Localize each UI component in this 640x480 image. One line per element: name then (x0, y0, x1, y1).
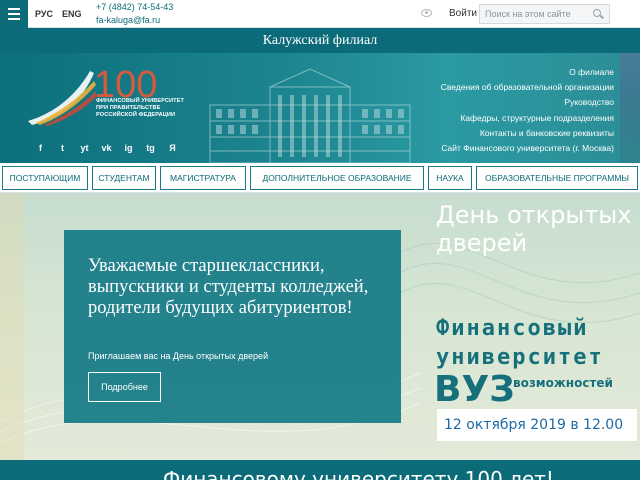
link-about[interactable]: О филиале (441, 65, 614, 80)
lang-en-link[interactable]: ENG (62, 9, 82, 19)
branch-title: Калужский филиал (0, 28, 640, 53)
yandex-icon[interactable]: Я (166, 143, 179, 153)
promo-line-2: университет (436, 345, 604, 370)
bottom-banner: Финансовому университету 100 лет! (0, 460, 640, 480)
logo-caption: ФИНАНСОВЫЙ УНИВЕРСИТЕТ ПРИ ПРАВИТЕЛЬСТВЕ… (96, 98, 184, 119)
building-image (209, 68, 411, 163)
link-main-site[interactable]: Сайт Финансового университета (г. Москва… (441, 141, 614, 156)
header-links: О филиале Сведения об образовательной ор… (441, 65, 614, 156)
social-links: f t yt vk ig tg Я (34, 143, 179, 153)
link-leadership[interactable]: Руководство (441, 95, 614, 110)
email-link[interactable]: fa-kaluga@fa.ru (96, 15, 160, 25)
university-logo: 100 (28, 64, 157, 126)
promo-line-1: Финансовый (436, 316, 589, 341)
nav-masters[interactable]: МАГИСТРАТУРА (160, 165, 246, 190)
vk-icon[interactable]: vk (100, 143, 113, 153)
nav-applicants[interactable]: ПОСТУПАЮЩИМ (2, 165, 88, 190)
logo-line-1: ФИНАНСОВЫЙ УНИВЕРСИТЕТ (96, 98, 184, 104)
youtube-icon[interactable]: yt (78, 143, 91, 153)
eye-icon[interactable] (421, 9, 432, 17)
logo-line-3: РОССИЙСКОЙ ФЕДЕРАЦИИ (96, 112, 176, 118)
nav-additional-education[interactable]: ДОПОЛНИТЕЛЬНОЕ ОБРАЗОВАНИЕ (250, 165, 424, 190)
more-button[interactable]: Подробнее (88, 372, 161, 402)
link-contacts[interactable]: Контакты и банковские реквизиты (441, 126, 614, 141)
phone-link[interactable]: +7 (4842) 74-54-43 (96, 2, 173, 12)
nav-students[interactable]: СТУДЕНТАМ (92, 165, 156, 190)
facebook-icon[interactable]: f (34, 143, 47, 153)
link-org-info[interactable]: Сведения об образовательной организации (441, 80, 614, 95)
hero-card-title: Уважаемые старшеклассники, выпускники и … (88, 256, 369, 318)
header-banner: 100 ФИНАНСОВЫЙ УНИВЕРСИТЕТ ПРИ ПРАВИТЕЛЬ… (0, 53, 640, 163)
promo-title: День открытых дверей (436, 201, 632, 257)
search-input[interactable] (479, 4, 610, 24)
instagram-icon[interactable]: ig (122, 143, 135, 153)
hamburger-menu-icon[interactable] (0, 0, 28, 28)
promo-date: 12 октября 2019 в 12.00 (437, 409, 637, 441)
header-accent (620, 53, 640, 163)
link-departments[interactable]: Кафедры, структурные подразделения (441, 111, 614, 126)
lang-ru-link[interactable]: РУС (35, 9, 53, 19)
twitter-icon[interactable]: t (56, 143, 69, 153)
promo-vuz: ВУЗ (434, 369, 515, 410)
bottom-banner-text: Финансовому университету 100 лет! (163, 467, 554, 480)
logo-line-2: ПРИ ПРАВИТЕЛЬСТВЕ (96, 105, 161, 111)
top-bar: РУС ENG +7 (4842) 74-54-43 fa-kaluga@fa.… (0, 0, 640, 28)
telegram-icon[interactable]: tg (144, 143, 157, 153)
hero-card: Уважаемые старшеклассники, выпускники и … (64, 230, 401, 423)
promo-vozm: возможностей (513, 376, 613, 390)
hero-slider: Уважаемые старшеклассники, выпускники и … (0, 193, 640, 460)
search-icon[interactable] (593, 9, 601, 17)
nav-science[interactable]: НАУКА (428, 165, 472, 190)
hero-card-subtitle: Приглашаем вас на День открытых дверей (88, 351, 269, 361)
main-nav: ПОСТУПАЮЩИМ СТУДЕНТАМ МАГИСТРАТУРА ДОПОЛ… (0, 163, 640, 193)
nav-programs[interactable]: ОБРАЗОВАТЕЛЬНЫЕ ПРОГРАММЫ (476, 165, 638, 190)
login-link[interactable]: Войти (449, 8, 477, 19)
